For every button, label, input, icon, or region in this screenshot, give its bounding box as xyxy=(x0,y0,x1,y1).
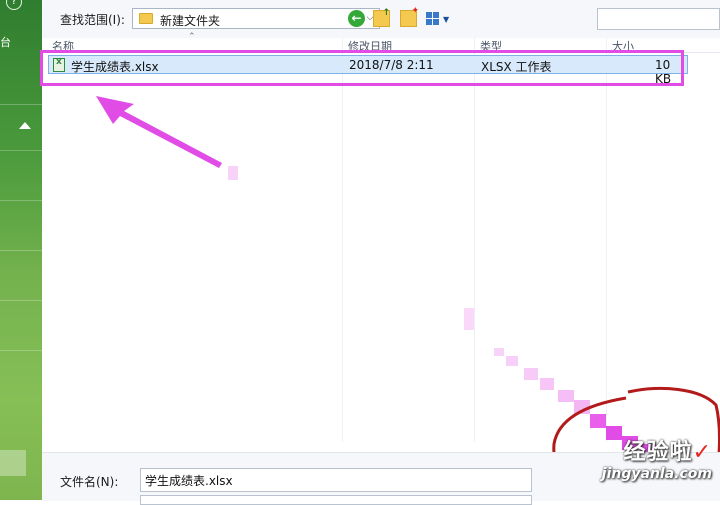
column-divider xyxy=(474,38,475,442)
file-date: 2018/7/8 2:11 xyxy=(349,58,434,72)
panel-divider xyxy=(0,200,42,201)
file-size: 10 KB xyxy=(655,58,672,86)
column-divider xyxy=(606,38,607,442)
panel-divider xyxy=(0,350,42,351)
panel-divider xyxy=(0,250,42,251)
column-date[interactable]: 修改日期 xyxy=(348,38,392,54)
left-panel: ? 台 xyxy=(0,0,42,500)
column-divider xyxy=(342,38,343,442)
file-type: XLSX 工作表 xyxy=(481,60,552,74)
panel-tile[interactable] xyxy=(0,450,26,476)
new-folder-icon[interactable] xyxy=(400,6,419,27)
file-name: 学生成绩表.xlsx xyxy=(71,60,159,74)
help-icon[interactable]: ? xyxy=(6,0,22,10)
panel-divider xyxy=(0,104,42,105)
folder-icon xyxy=(139,13,153,24)
file-list-header: 名称 ⌃ 修改日期 类型 大小 xyxy=(42,32,720,54)
column-size[interactable]: 大小 xyxy=(612,38,634,54)
dialog-bottom-bar: 文件名(N): xyxy=(42,452,720,505)
file-row[interactable]: 学生成绩表.xlsx 2018/7/8 2:11 XLSX 工作表 10 KB xyxy=(48,55,688,86)
panel-divider xyxy=(0,300,42,301)
annotation-overlay xyxy=(96,96,720,499)
file-type-select[interactable] xyxy=(140,495,532,505)
search-input[interactable] xyxy=(597,8,720,30)
annotation-arrow xyxy=(96,96,222,168)
folder-up-icon[interactable] xyxy=(373,8,390,27)
file-name-input[interactable] xyxy=(140,468,532,492)
back-arrow-icon[interactable]: ← xyxy=(348,10,365,27)
collapse-up-icon[interactable] xyxy=(19,122,31,129)
left-panel-text: 台 xyxy=(0,36,11,49)
column-name[interactable]: 名称 xyxy=(52,38,74,54)
look-in-combo[interactable]: 新建文件夹 ⌵ xyxy=(132,8,380,29)
look-in-value: 新建文件夹 xyxy=(160,14,221,28)
panel-divider xyxy=(0,150,42,151)
column-type[interactable]: 类型 xyxy=(480,38,502,54)
dialog-toolbar: 查找范围(I): 新建文件夹 ⌵ ← ▼ xyxy=(42,0,720,38)
file-name-label: 文件名(N): xyxy=(60,475,119,489)
look-in-label: 查找范围(I): xyxy=(60,13,125,27)
view-menu-icon[interactable]: ▼ xyxy=(426,10,452,27)
annotation-trail xyxy=(228,166,656,458)
excel-file-icon xyxy=(53,57,65,72)
sort-ascending-icon: ⌃ xyxy=(188,32,196,42)
